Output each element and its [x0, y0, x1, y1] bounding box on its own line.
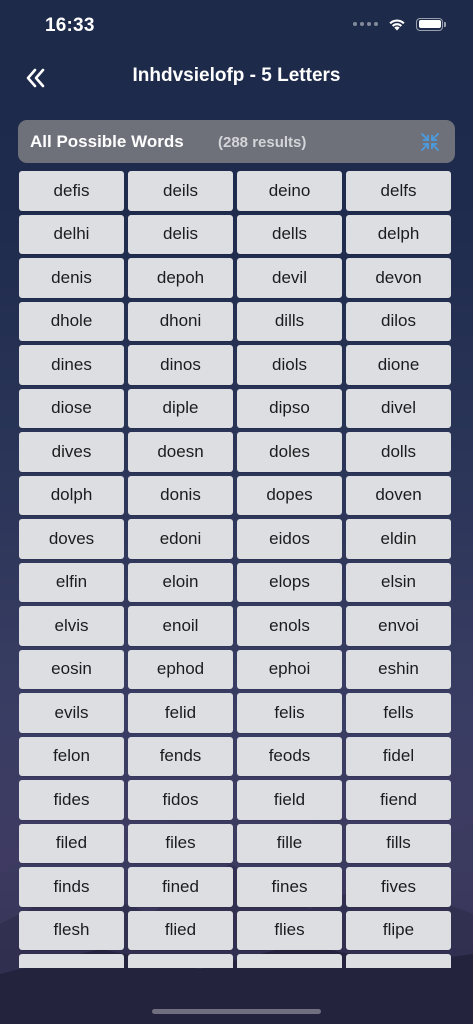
word-cell[interactable]: fille [237, 823, 342, 863]
word-cell[interactable]: fends [128, 736, 233, 776]
word-cell[interactable]: fined [128, 867, 233, 907]
word-cell[interactable]: delhi [19, 214, 124, 254]
word-cell[interactable]: dopes [237, 475, 342, 515]
word-cell[interactable]: diple [128, 388, 233, 428]
battery-icon [416, 17, 446, 31]
word-cell[interactable]: fidos [128, 780, 233, 820]
word-cell[interactable] [19, 954, 124, 968]
collapse-arrows-icon [421, 133, 439, 151]
word-cell[interactable]: fills [346, 823, 451, 863]
word-cell[interactable] [128, 954, 233, 968]
status-icons [353, 17, 446, 31]
word-cell[interactable]: deils [128, 171, 233, 211]
word-cell[interactable]: finds [19, 867, 124, 907]
nav-bar: Inhdvsielofp - 5 Letters [0, 56, 473, 100]
word-cell[interactable]: eidos [237, 519, 342, 559]
word-grid: defis deils deino delfs delhi delis dells delph… [19, 171, 455, 968]
word-cell[interactable]: defis [19, 171, 124, 211]
status-bar: 16:33 [0, 0, 473, 52]
status-time: 16:33 [45, 15, 95, 36]
word-cell[interactable]: ephoi [237, 649, 342, 689]
word-cell[interactable]: eosin [19, 649, 124, 689]
word-cell[interactable]: dolls [346, 432, 451, 472]
word-cell[interactable]: envoi [346, 606, 451, 646]
word-cell[interactable] [346, 954, 451, 968]
word-cell[interactable]: fells [346, 693, 451, 733]
word-cell[interactable]: elvis [19, 606, 124, 646]
word-cell[interactable]: elops [237, 562, 342, 602]
signal-dots-icon [353, 22, 378, 26]
word-cell[interactable]: fidel [346, 736, 451, 776]
word-cell[interactable]: dills [237, 301, 342, 341]
home-indicator [152, 1009, 321, 1014]
word-cell[interactable]: dhoni [128, 301, 233, 341]
word-cell[interactable]: depoh [128, 258, 233, 298]
word-cell[interactable]: doesn [128, 432, 233, 472]
word-cell[interactable]: delis [128, 214, 233, 254]
word-cell[interactable]: donis [128, 475, 233, 515]
word-cell[interactable]: filed [19, 823, 124, 863]
word-cell[interactable]: eldin [346, 519, 451, 559]
word-cell[interactable]: doves [19, 519, 124, 559]
word-cell[interactable]: files [128, 823, 233, 863]
word-cell[interactable]: flesh [19, 910, 124, 950]
word-cell[interactable]: flipe [346, 910, 451, 950]
word-cell[interactable]: dipso [237, 388, 342, 428]
results-title: All Possible Words [30, 132, 184, 151]
word-cell[interactable]: dhole [19, 301, 124, 341]
word-cell[interactable]: enols [237, 606, 342, 646]
word-cell[interactable]: delph [346, 214, 451, 254]
word-cell[interactable]: denis [19, 258, 124, 298]
word-cell[interactable]: eloin [128, 562, 233, 602]
word-cell[interactable]: dilos [346, 301, 451, 341]
word-cell[interactable]: fiend [346, 780, 451, 820]
word-cell[interactable]: feods [237, 736, 342, 776]
word-cell[interactable]: divel [346, 388, 451, 428]
word-cell[interactable]: fines [237, 867, 342, 907]
word-cell[interactable]: elfin [19, 562, 124, 602]
word-cell[interactable]: evils [19, 693, 124, 733]
word-list[interactable]: defis deils deino delfs delhi delis dells delph… [19, 171, 455, 968]
collapse-button[interactable] [419, 131, 441, 153]
word-cell[interactable]: eshin [346, 649, 451, 689]
word-cell[interactable]: devon [346, 258, 451, 298]
word-cell[interactable]: dells [237, 214, 342, 254]
word-cell[interactable]: enoil [128, 606, 233, 646]
word-cell[interactable]: dolph [19, 475, 124, 515]
page-title: Inhdvsielofp - 5 Letters [132, 65, 341, 86]
word-cell[interactable]: field [237, 780, 342, 820]
word-cell[interactable]: ephod [128, 649, 233, 689]
word-cell[interactable]: flied [128, 910, 233, 950]
word-cell[interactable]: doles [237, 432, 342, 472]
word-cell[interactable]: felid [128, 693, 233, 733]
wifi-icon [389, 19, 405, 31]
word-cell[interactable]: felis [237, 693, 342, 733]
results-count: (288 results) [218, 134, 307, 151]
word-cell[interactable]: fides [19, 780, 124, 820]
word-cell[interactable]: edoni [128, 519, 233, 559]
word-cell[interactable]: deino [237, 171, 342, 211]
word-cell[interactable]: dione [346, 345, 451, 385]
word-cell[interactable]: dives [19, 432, 124, 472]
word-cell[interactable]: fives [346, 867, 451, 907]
word-cell[interactable]: elsin [346, 562, 451, 602]
word-cell[interactable]: diols [237, 345, 342, 385]
word-cell[interactable]: doven [346, 475, 451, 515]
results-header: All Possible Words (288 results) [18, 120, 455, 163]
word-cell[interactable] [237, 954, 342, 968]
word-cell[interactable]: felon [19, 736, 124, 776]
word-cell[interactable]: dines [19, 345, 124, 385]
word-cell[interactable]: devil [237, 258, 342, 298]
word-cell[interactable]: dinos [128, 345, 233, 385]
word-cell[interactable]: delfs [346, 171, 451, 211]
word-cell[interactable]: flies [237, 910, 342, 950]
word-cell[interactable]: diose [19, 388, 124, 428]
